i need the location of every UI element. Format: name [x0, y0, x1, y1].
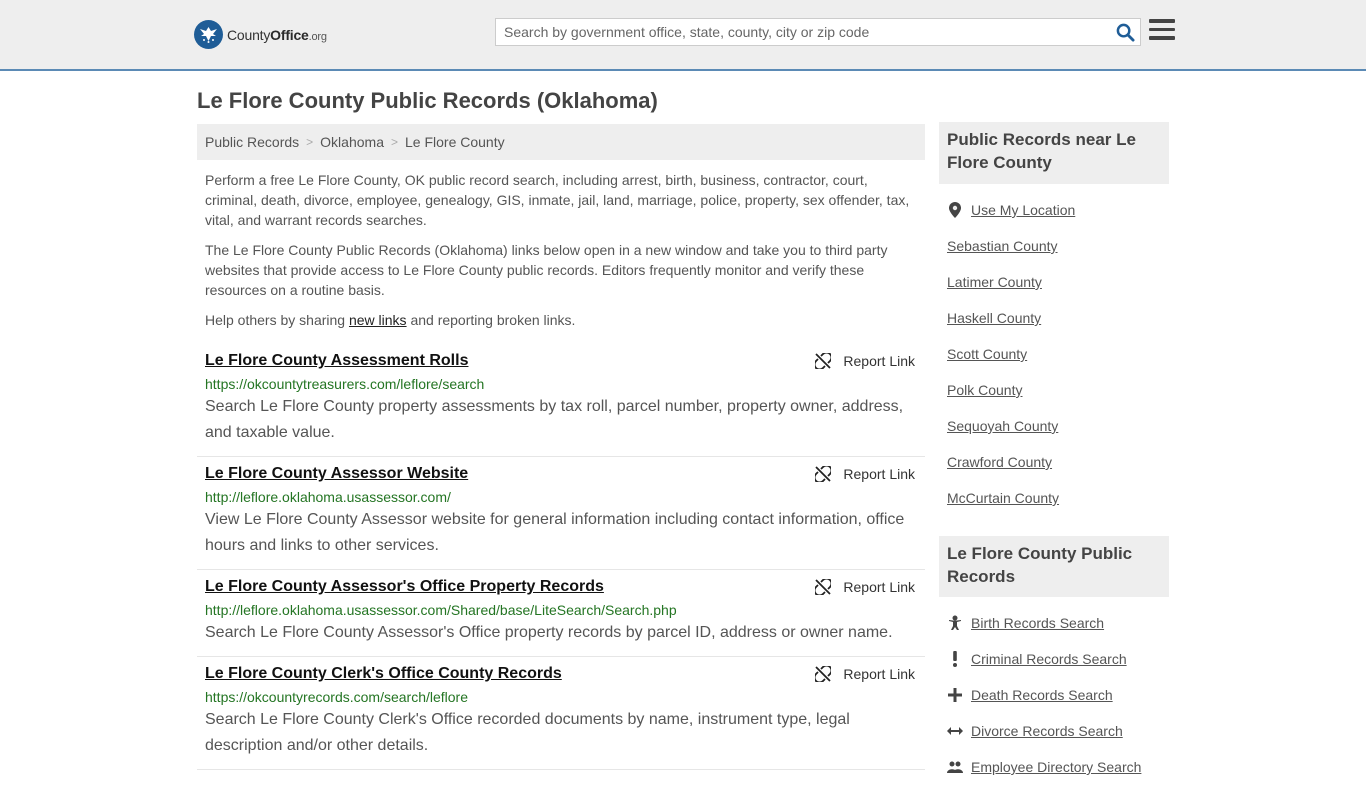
exclamation-icon	[947, 651, 963, 667]
result-item: Le Flore County Assessor's Office Proper…	[197, 570, 925, 657]
nearby-county-link[interactable]: Sequoyah County	[947, 418, 1058, 434]
nearby-county-item: Haskell County	[947, 300, 1169, 336]
result-item: Le Flore County Assessor Website Report …	[197, 457, 925, 570]
breadcrumb-public-records[interactable]: Public Records	[205, 134, 299, 150]
result-description: Search Le Flore County property assessme…	[205, 398, 904, 441]
intro-paragraph-1: Perform a free Le Flore County, OK publi…	[205, 172, 910, 228]
logo-wordmark: CountyOffice.org	[227, 27, 327, 43]
use-location-item: Use My Location	[947, 192, 1169, 228]
record-type-item: Divorce Records Search	[947, 713, 1169, 749]
broken-link-icon	[815, 466, 832, 482]
death-records-link[interactable]: Death Records Search	[971, 687, 1113, 703]
nearby-county-link[interactable]: McCurtain County	[947, 490, 1059, 506]
report-link-button[interactable]: Report Link	[815, 353, 915, 369]
share-text-after: and reporting broken links.	[406, 312, 576, 328]
baby-icon	[947, 615, 963, 631]
logo-county-text: County	[227, 26, 271, 43]
intro-paragraph-3: Help others by sharing new links and rep…	[205, 310, 917, 330]
record-type-item: Death Records Search	[947, 677, 1169, 713]
nearby-county-item: Latimer County	[947, 264, 1169, 300]
result-title-link[interactable]: Le Flore County Assessment Rolls	[205, 350, 468, 372]
result-url: http://leflore.oklahoma.usassessor.com/	[205, 489, 451, 505]
cross-icon	[947, 688, 963, 702]
share-text-before: Help others by sharing	[205, 312, 349, 328]
report-link-label: Report Link	[843, 666, 915, 682]
nearby-county-item: Crawford County	[947, 444, 1169, 480]
result-item: Le Flore County Assessment Rolls Report …	[197, 344, 925, 457]
result-title-link[interactable]: Le Flore County Clerk's Office County Re…	[205, 663, 562, 685]
record-type-item: Employee Directory Search	[947, 749, 1169, 785]
report-link-button[interactable]: Report Link	[815, 666, 915, 682]
criminal-records-link[interactable]: Criminal Records Search	[971, 651, 1127, 667]
report-link-label: Report Link	[843, 466, 915, 482]
county-records-heading: Le Flore County Public Records	[939, 536, 1169, 597]
result-title-link[interactable]: Le Flore County Assessor Website	[205, 463, 468, 485]
search-input[interactable]	[496, 19, 1110, 45]
top-header: CountyOffice.org	[0, 0, 1366, 71]
nearby-county-link[interactable]: Sebastian County	[947, 238, 1058, 254]
report-link-label: Report Link	[843, 579, 915, 595]
record-types-list: Birth Records Search Criminal Records Se…	[947, 605, 1169, 785]
result-url: http://leflore.oklahoma.usassessor.com/S…	[205, 602, 677, 618]
employee-directory-link[interactable]: Employee Directory Search	[971, 759, 1141, 775]
divorce-records-link[interactable]: Divorce Records Search	[971, 723, 1123, 739]
result-url: https://okcountytreasurers.com/leflore/s…	[205, 376, 485, 392]
breadcrumb: Public Records > Oklahoma > Le Flore Cou…	[197, 124, 925, 160]
search-icon	[1116, 23, 1135, 42]
result-title-link[interactable]: Le Flore County Assessor's Office Proper…	[205, 576, 604, 598]
nearby-records-heading: Public Records near Le Flore County	[939, 122, 1169, 184]
report-link-button[interactable]: Report Link	[815, 466, 915, 482]
nearby-county-item: Sebastian County	[947, 228, 1169, 264]
breadcrumb-separator: >	[390, 135, 398, 149]
broken-link-icon	[815, 666, 832, 682]
map-pin-icon	[947, 202, 963, 218]
report-link-label: Report Link	[843, 353, 915, 369]
nearby-county-link[interactable]: Polk County	[947, 382, 1022, 398]
broken-link-icon	[815, 353, 832, 369]
new-links-link[interactable]: new links	[349, 312, 407, 328]
search-bar	[495, 18, 1141, 46]
logo-org-text: .org	[308, 30, 327, 43]
intro-paragraph-2: The Le Flore County Public Records (Okla…	[205, 242, 888, 298]
people-icon	[947, 760, 963, 774]
report-link-button[interactable]: Report Link	[815, 579, 915, 595]
broken-link-icon	[815, 579, 832, 595]
breadcrumb-oklahoma[interactable]: Oklahoma	[320, 134, 384, 150]
result-description: Search Le Flore County Clerk's Office re…	[205, 711, 850, 754]
arrows-horizontal-icon	[947, 726, 963, 736]
record-type-item: Birth Records Search	[947, 605, 1169, 641]
result-description: View Le Flore County Assessor website fo…	[205, 511, 905, 554]
nearby-counties-list: Use My Location Sebastian County Latimer…	[947, 192, 1169, 516]
result-description: Search Le Flore County Assessor's Office…	[205, 624, 893, 641]
breadcrumb-le-flore-county[interactable]: Le Flore County	[405, 134, 505, 150]
breadcrumb-separator: >	[306, 135, 314, 149]
nearby-county-link[interactable]: Scott County	[947, 346, 1027, 362]
result-item: Le Flore County Clerk's Office County Re…	[197, 657, 925, 770]
hamburger-icon	[1149, 19, 1175, 40]
result-url: https://okcountyrecords.com/search/leflo…	[205, 689, 469, 705]
nearby-county-item: McCurtain County	[947, 480, 1169, 516]
nearby-county-link[interactable]: Crawford County	[947, 454, 1052, 470]
nearby-county-item: Scott County	[947, 336, 1169, 372]
search-button[interactable]	[1110, 19, 1140, 45]
nearby-county-link[interactable]: Haskell County	[947, 310, 1041, 326]
logo-eagle-icon	[194, 20, 223, 49]
page-title: Le Flore County Public Records (Oklahoma…	[197, 88, 658, 113]
use-my-location-link[interactable]: Use My Location	[971, 202, 1075, 218]
site-logo[interactable]: CountyOffice.org	[194, 20, 327, 49]
nearby-county-item: Sequoyah County	[947, 408, 1169, 444]
results-list: Le Flore County Assessment Rolls Report …	[197, 344, 925, 770]
nearby-county-item: Polk County	[947, 372, 1169, 408]
record-type-item: Criminal Records Search	[947, 641, 1169, 677]
nearby-county-link[interactable]: Latimer County	[947, 274, 1042, 290]
logo-office-text: Office	[270, 26, 309, 43]
birth-records-link[interactable]: Birth Records Search	[971, 615, 1104, 631]
menu-button[interactable]	[1149, 19, 1175, 43]
